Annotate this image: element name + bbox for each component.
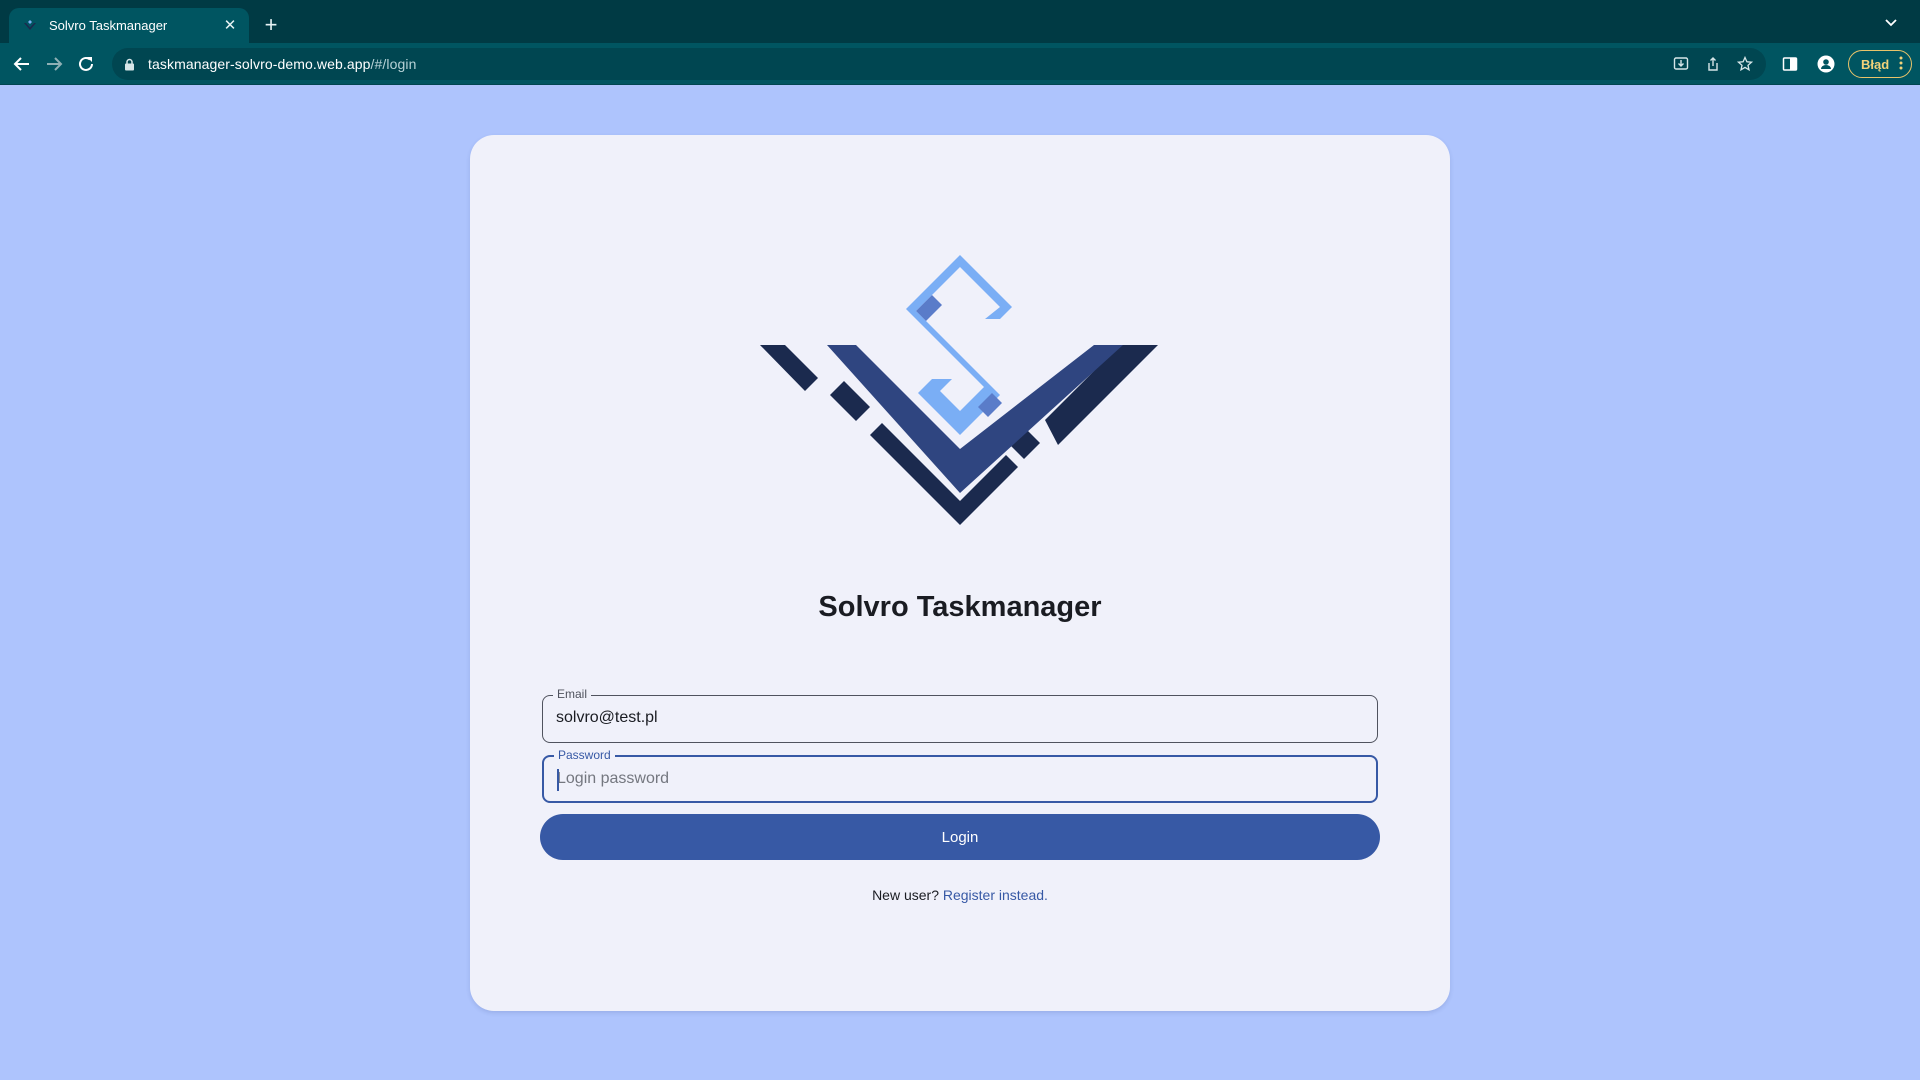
url-text: taskmanager-solvro-demo.web.app/#/login <box>148 56 417 72</box>
profile-icon[interactable] <box>1812 50 1840 78</box>
browser-tab[interactable]: Solvro Taskmanager ✕ <box>9 8 249 43</box>
password-placeholder[interactable]: Login password <box>557 770 669 788</box>
url-host: taskmanager-solvro-demo.web.app <box>148 56 371 72</box>
address-bar[interactable]: taskmanager-solvro-demo.web.app/#/login <box>112 48 1766 80</box>
password-label: Password <box>554 748 615 762</box>
email-field[interactable]: Email solvro@test.pl <box>542 687 1378 743</box>
text-caret <box>557 769 559 791</box>
lock-icon[interactable] <box>124 57 138 71</box>
forward-icon[interactable] <box>41 51 67 77</box>
browser-toolbar: taskmanager-solvro-demo.web.app/#/login … <box>0 43 1920 85</box>
tab-title: Solvro Taskmanager <box>49 18 168 33</box>
register-prompt: New user? Register instead. <box>470 887 1450 903</box>
password-field[interactable]: Password Login password <box>542 748 1378 803</box>
tab-list-icon[interactable] <box>1880 12 1902 34</box>
url-path: /#/login <box>370 56 417 72</box>
install-icon[interactable] <box>1670 53 1692 75</box>
error-chip-label: Błąd <box>1861 56 1890 72</box>
new-tab-icon[interactable]: + <box>258 12 284 38</box>
solvro-favicon-icon <box>23 18 39 34</box>
reload-icon[interactable] <box>73 51 99 77</box>
login-button[interactable]: Login <box>540 814 1380 860</box>
side-panel-icon[interactable] <box>1776 50 1804 78</box>
error-chip[interactable]: Błąd <box>1848 50 1913 78</box>
solvro-logo-icon <box>760 255 1158 525</box>
email-label: Email <box>553 687 592 701</box>
star-icon[interactable] <box>1734 53 1756 75</box>
page-title: Solvro Taskmanager <box>818 591 1102 623</box>
email-value[interactable]: solvro@test.pl <box>556 709 658 727</box>
kebab-menu-icon[interactable] <box>1899 56 1903 73</box>
close-tab-icon[interactable]: ✕ <box>221 17 239 35</box>
share-icon[interactable] <box>1702 53 1724 75</box>
register-link[interactable]: Register instead. <box>943 887 1048 903</box>
register-prefix: New user? <box>872 887 939 903</box>
back-icon[interactable] <box>9 51 35 77</box>
page-viewport: Solvro Taskmanager Email solvro@test.pl … <box>0 85 1920 1080</box>
browser-tab-strip: Solvro Taskmanager ✕ + <box>0 0 1920 43</box>
login-card: Solvro Taskmanager Email solvro@test.pl … <box>470 135 1450 1011</box>
